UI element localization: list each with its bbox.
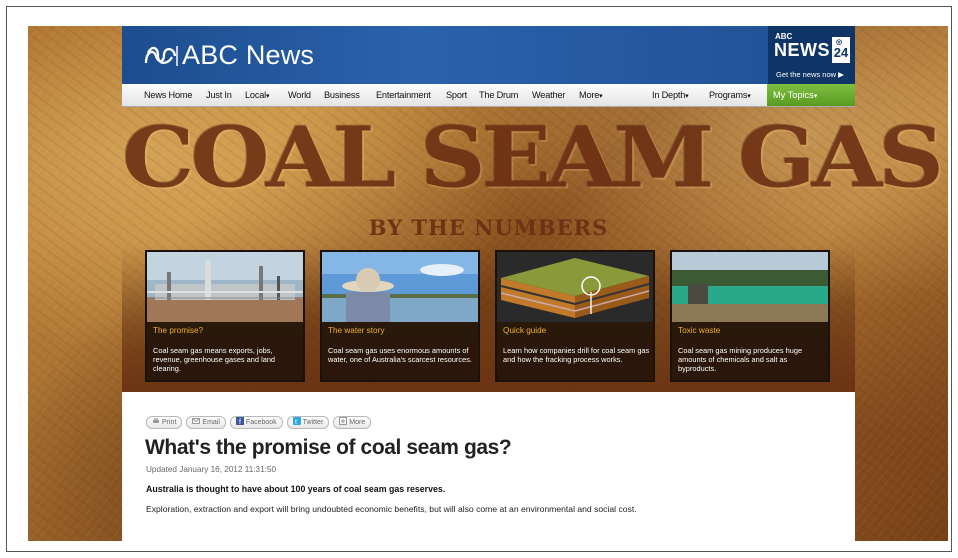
card-title: The water story <box>322 322 478 339</box>
chevron-down-icon: ▾ <box>747 93 751 100</box>
email-button[interactable]: Email <box>186 416 226 429</box>
share-toolbar: Print Email f Facebook t Twitter More <box>146 416 372 429</box>
card-the-promise[interactable]: The promise? Coal seam gas means exports… <box>145 250 305 382</box>
article-section: Print Email f Facebook t Twitter More What… <box>122 392 855 541</box>
svg-text:t: t <box>295 419 297 425</box>
feature-title: COAL SEAM GAS <box>122 109 944 207</box>
card-toxic-waste[interactable]: Toxic waste Coal seam gas mining produce… <box>670 250 830 382</box>
site-header: ABC News ABC NEWS ◎ 24 Get the news now … <box>122 26 855 84</box>
facebook-button[interactable]: f Facebook <box>229 416 283 429</box>
article-updated-timestamp: Updated January 16, 2012 11:31:50 <box>146 465 277 474</box>
share-more-icon <box>339 417 348 425</box>
card-title: Toxic waste <box>672 322 828 339</box>
nav-more[interactable]: More▾ <box>579 90 603 100</box>
card-description: Learn how companies drill for coal seam … <box>503 346 650 365</box>
svg-text:f: f <box>239 419 241 425</box>
nav-just-in[interactable]: Just In <box>206 90 232 100</box>
news24-number-box: ◎ 24 <box>832 37 850 63</box>
nav-world[interactable]: World <box>288 90 311 100</box>
main-nav: News Home Just In Local▾ World Business … <box>122 84 855 107</box>
feature-subtitle: BY THE NUMBERS <box>368 215 609 240</box>
card-the-water-story[interactable]: The water story Coal seam gas uses enorm… <box>320 250 480 382</box>
card-quick-guide[interactable]: Quick guide Learn how companies drill fo… <box>495 250 655 382</box>
nav-in-depth[interactable]: In Depth▾ <box>652 90 689 100</box>
logo-text: ABC News <box>182 40 315 70</box>
chevron-down-icon: ▾ <box>813 93 818 100</box>
article-body: Exploration, extraction and export will … <box>146 504 637 514</box>
print-button[interactable]: Print <box>146 416 183 429</box>
envelope-icon <box>192 418 201 424</box>
abc-mini-logo-icon: ◎ <box>836 39 843 46</box>
abc-logo-icon <box>144 45 178 66</box>
nav-entertainment[interactable]: Entertainment <box>376 90 431 100</box>
card-description: Coal seam gas uses enormous amounts of w… <box>328 346 472 365</box>
nav-programs[interactable]: Programs▾ <box>709 90 751 100</box>
gas-plant-image <box>147 252 303 322</box>
nav-my-topics[interactable]: My Topics▾ <box>767 84 855 106</box>
news24-promo[interactable]: ABC NEWS ◎ 24 Get the news now ▶ <box>768 26 855 84</box>
news24-tagline: Get the news now ▶ <box>776 70 844 79</box>
printer-icon <box>153 418 159 423</box>
article-headline: What's the promise of coal seam gas? <box>145 436 512 459</box>
card-title: Quick guide <box>497 322 653 339</box>
waste-pond-image <box>672 252 828 322</box>
person-with-hat-image <box>322 252 478 322</box>
chevron-down-icon: ▾ <box>685 93 689 100</box>
news24-news-label: NEWS <box>774 40 830 60</box>
twitter-button[interactable]: t Twitter <box>286 416 330 429</box>
nav-news-home[interactable]: News Home <box>144 90 192 100</box>
nav-weather[interactable]: Weather <box>532 90 565 100</box>
chevron-down-icon: ▾ <box>265 93 270 100</box>
card-description: Coal seam gas mining produces huge amoun… <box>678 346 803 374</box>
nav-local[interactable]: Local▾ <box>245 90 270 100</box>
nav-the-drum[interactable]: The Drum <box>479 90 518 100</box>
news24-number: 24 <box>833 45 849 60</box>
more-button[interactable]: More <box>333 416 372 429</box>
drilling-diagram-image <box>497 252 653 322</box>
article-lead: Australia is thought to have about 100 y… <box>146 484 446 494</box>
nav-business[interactable]: Business <box>324 90 360 100</box>
abc-news-logo[interactable]: ABC News <box>144 40 314 71</box>
card-title: The promise? <box>147 322 303 339</box>
chevron-down-icon: ▾ <box>599 93 603 100</box>
card-description: Coal seam gas means exports, jobs, reven… <box>153 346 276 374</box>
twitter-icon: t <box>292 417 301 425</box>
nav-sport[interactable]: Sport <box>446 90 467 100</box>
facebook-icon: f <box>235 417 244 425</box>
